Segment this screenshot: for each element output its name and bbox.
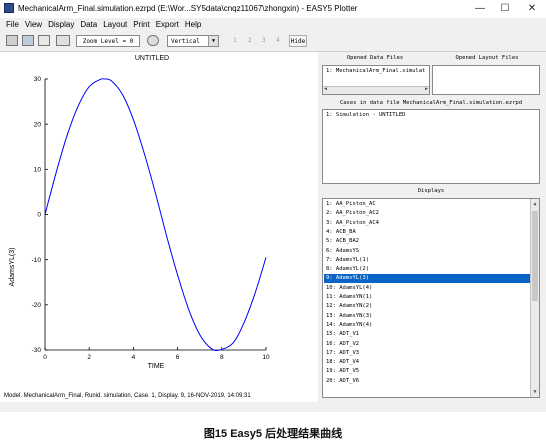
plot-area: UNTITLED 0 2 4 6 8 10 30 20 10 0 -10 -20 -30 TIME Ad… <box>0 52 318 402</box>
menu-file[interactable]: File <box>6 18 19 31</box>
status-bar <box>0 402 546 412</box>
plotter-window: MechanicalArm_Final.simulation.ezrpd (E:… <box>0 0 546 412</box>
display-item[interactable]: 6: AdamsYS <box>326 247 359 256</box>
display-item[interactable]: 20: ADT_V6 <box>326 377 359 386</box>
orientation-value: Vertical <box>171 38 200 45</box>
y-tick-label: -10 <box>32 257 42 264</box>
displays-list[interactable]: 1: AA_Piston_AC 2: AA_Piston_AC2 3: AA_Pis… <box>322 198 540 398</box>
figure-caption: 图15 Easy5 后处理结果曲线 <box>203 428 343 440</box>
scrollbar-thumb[interactable] <box>532 211 538 301</box>
display-item[interactable]: 5: ACB_BA2 <box>326 237 359 246</box>
x-tick-label: 2 <box>87 354 91 361</box>
print-icon[interactable] <box>22 35 34 46</box>
y-tick-label: 0 <box>37 212 41 219</box>
y-tick-label: 30 <box>34 76 42 83</box>
scroll-left-icon[interactable]: ◀ <box>324 86 327 92</box>
menu-view[interactable]: View <box>25 18 42 31</box>
menu-help[interactable]: Help <box>185 18 201 31</box>
display-item[interactable]: 19: ADT_V5 <box>326 367 359 376</box>
display-item[interactable]: 1: AA_Piston_AC <box>326 200 376 209</box>
maximize-button[interactable]: ☐ <box>496 2 514 16</box>
display-item[interactable]: 7: AdamsYL(1) <box>326 256 369 265</box>
chart-ticks: 0 2 4 6 8 10 30 20 10 0 -10 -20 -30 <box>32 76 270 361</box>
menu-print[interactable]: Print <box>133 18 149 31</box>
zoom-level-field[interactable]: Zoom Level = 0 <box>76 35 140 47</box>
x-tick-label: 8 <box>220 354 224 361</box>
display-item[interactable]: 15: ADT_V1 <box>326 330 359 339</box>
x-axis-label: TIME <box>148 363 165 370</box>
display-item[interactable]: 3: AA_Piston_AC4 <box>326 219 379 228</box>
vertical-scrollbar[interactable]: ▲ ▼ <box>530 199 539 397</box>
y-tick-label: -30 <box>32 347 42 354</box>
chart-series <box>44 78 267 351</box>
display-item[interactable]: 10: AdamsYL(4) <box>326 284 372 293</box>
toolbar: Zoom Level = 0 Vertical ▼ 1 2 3 4 Hide <box>0 31 546 52</box>
data-panel: Opened Data Files Opened Layout Files 1:… <box>320 52 542 402</box>
display-item[interactable]: 9: AdamsYL(3) <box>324 274 538 284</box>
window-title: MechanicalArm_Final.simulation.ezrpd (E:… <box>18 4 358 13</box>
scroll-right-icon[interactable]: ▶ <box>425 86 428 92</box>
opened-data-files-header: Opened Data Files <box>346 55 404 61</box>
cases-header: Cases in data file MechanicalArm_Final.s… <box>339 100 523 106</box>
list-item[interactable]: 1: MechanicalArm_Final.simulat <box>326 67 425 76</box>
y-tick-label: 20 <box>34 121 42 128</box>
x-tick-label: 6 <box>176 354 180 361</box>
horizontal-scrollbar[interactable]: ◀ ▶ <box>323 86 429 94</box>
x-tick-label: 10 <box>262 354 270 361</box>
cases-list[interactable]: 1: Simulation - UNTITLED <box>322 109 540 184</box>
chevron-down-icon: ▼ <box>208 36 218 46</box>
display-item[interactable]: 16: ADT_V2 <box>326 340 359 349</box>
hide-button[interactable]: Hide <box>289 35 307 47</box>
series-line <box>44 78 267 351</box>
close-button[interactable]: ✕ <box>523 2 541 16</box>
page-2-button[interactable]: 2 <box>248 37 252 44</box>
menu-display[interactable]: Display <box>48 18 74 31</box>
display-item[interactable]: 11: AdamsYN(1) <box>326 293 372 302</box>
app-icon <box>4 3 14 13</box>
plot-footer: Model. MechanicalArm_Final, Runid. simul… <box>4 393 251 399</box>
copy-icon[interactable] <box>38 35 50 46</box>
open-icon[interactable] <box>6 35 18 46</box>
x-tick-label: 0 <box>43 354 47 361</box>
opened-layout-files-header: Opened Layout Files <box>455 55 519 61</box>
page-3-button[interactable]: 3 <box>262 37 266 44</box>
display-item[interactable]: 13: AdamsYN(3) <box>326 312 372 321</box>
display-item[interactable]: 4: ACB_BA <box>326 228 356 237</box>
menu-data[interactable]: Data <box>80 18 97 31</box>
opened-layout-files-list[interactable] <box>432 65 540 95</box>
chart-title: UNTITLED <box>135 55 169 62</box>
page-1-button[interactable]: 1 <box>233 37 237 44</box>
y-tick-label: -20 <box>32 302 42 309</box>
scroll-down-icon[interactable]: ▼ <box>531 388 539 396</box>
display-item[interactable]: 2: AA_Piston_AC2 <box>326 209 379 218</box>
displays-header: Displays <box>417 188 445 194</box>
scroll-up-icon[interactable]: ▲ <box>531 200 539 208</box>
magnifier-icon[interactable] <box>147 35 159 46</box>
list-item[interactable]: 1: Simulation - UNTITLED <box>326 111 405 120</box>
minimize-button[interactable]: — <box>471 2 489 16</box>
menu-layout[interactable]: Layout <box>103 18 127 31</box>
page-4-button[interactable]: 4 <box>276 37 280 44</box>
menu-bar: File View Display Data Layout Print Export Help <box>0 18 546 31</box>
menu-export[interactable]: Export <box>156 18 179 31</box>
chart-axes <box>44 79 266 351</box>
line-chart: UNTITLED 0 2 4 6 8 10 30 20 10 0 -10 -20 -30 TIME Ad… <box>4 55 270 399</box>
x-tick-label: 4 <box>132 354 136 361</box>
display-item[interactable]: 17: ADT_V3 <box>326 349 359 358</box>
display-item[interactable]: 18: ADT_V4 <box>326 358 359 367</box>
display-item[interactable]: 8: AdamsYL(2) <box>326 265 369 274</box>
display-item[interactable]: 14: AdamsYN(4) <box>326 321 372 330</box>
orientation-select[interactable]: Vertical ▼ <box>167 35 219 47</box>
table-icon[interactable] <box>56 35 70 46</box>
y-tick-label: 10 <box>34 167 42 174</box>
display-item[interactable]: 12: AdamsYN(2) <box>326 302 372 311</box>
title-bar: MechanicalArm_Final.simulation.ezrpd (E:… <box>0 0 546 18</box>
opened-data-files-list[interactable]: 1: MechanicalArm_Final.simulat ◀ ▶ <box>322 65 430 95</box>
y-axis-label: AdamsYL(3) <box>9 248 16 287</box>
